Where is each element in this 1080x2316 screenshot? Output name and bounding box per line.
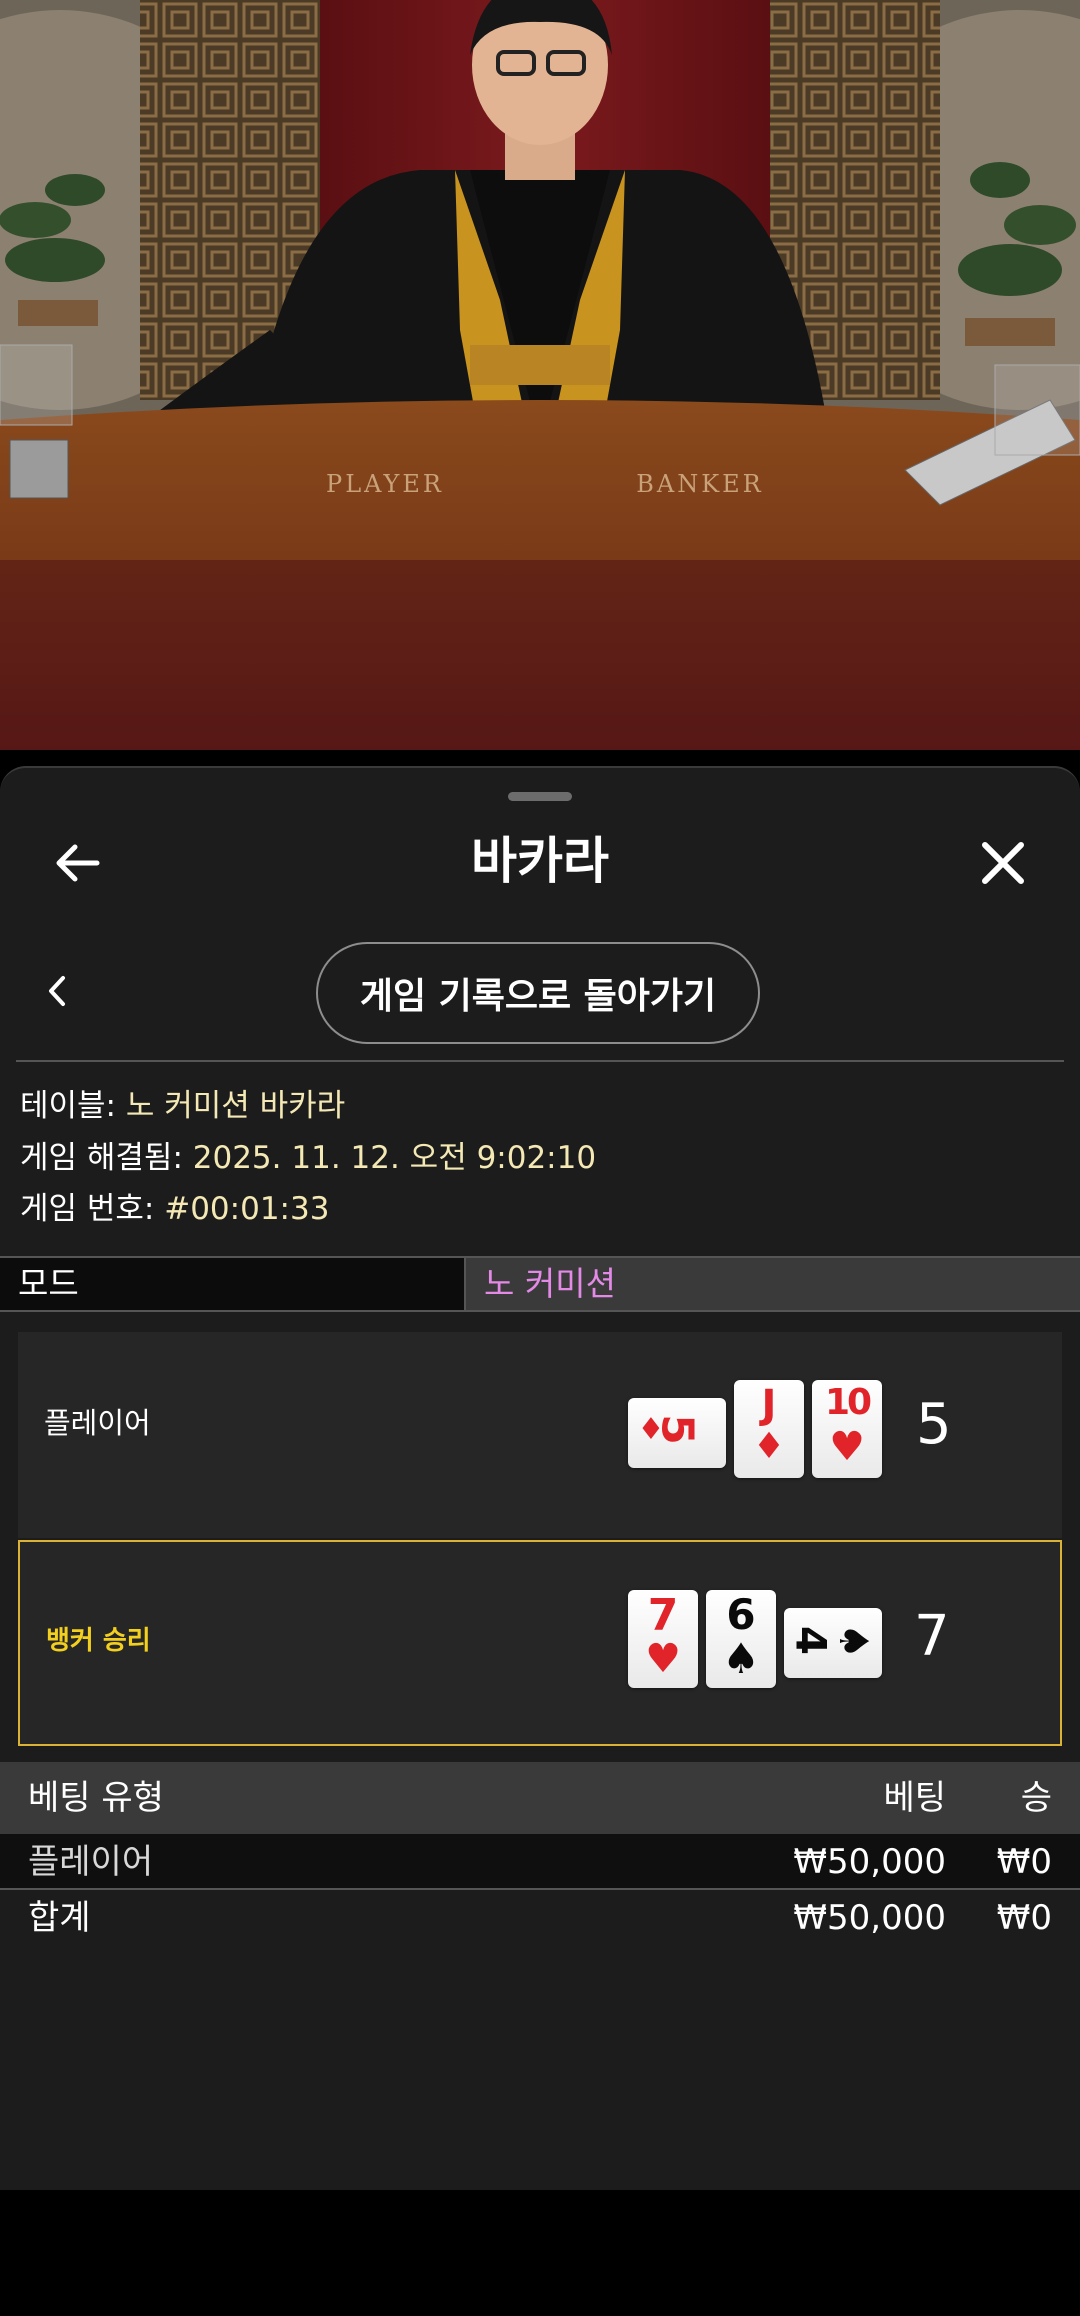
bet-type-header: 베팅 유형 [28, 1778, 164, 1818]
heart-icon: ♥ [645, 1636, 681, 1682]
mode-row: 모드 노 커미션 [0, 1256, 1080, 1312]
resolved-label: 게임 해결됨: [20, 1140, 193, 1176]
game-number-info: 게임 번호: #00:01:33 [20, 1187, 329, 1231]
dealer-scene: PLAYER BANKER [0, 0, 1080, 750]
table-banker-text: BANKER [636, 470, 764, 498]
player-card-1: 5 ♦ [628, 1398, 726, 1468]
banker-hand-label: 뱅커 승리 [46, 1626, 151, 1656]
mode-label: 모드 [0, 1258, 466, 1310]
banker-card-3: 4 ♠ [784, 1608, 882, 1678]
banker-score: 7 [914, 1604, 950, 1669]
live-dealer-video: PLAYER BANKER [0, 0, 1080, 750]
table-row: 플레이어 ₩50,000 ₩0 [0, 1834, 1080, 1890]
spade-icon: ♠ [722, 1634, 760, 1683]
table-player-text: PLAYER [326, 470, 444, 498]
card-rank: 4 [786, 1625, 836, 1656]
resolved-value: 2025. 11. 12. 오전 9:02:10 [192, 1140, 597, 1176]
spade-icon: ♠ [830, 1623, 876, 1659]
diamond-icon: ♦ [752, 1426, 786, 1467]
resolved-info: 게임 해결됨: 2025. 11. 12. 오전 9:02:10 [20, 1136, 596, 1180]
divider [16, 1060, 1064, 1062]
close-button[interactable] [970, 830, 1036, 896]
bet-amount-header: 베팅 [883, 1778, 946, 1818]
previous-button[interactable] [30, 964, 84, 1018]
win-amount-header: 승 [1020, 1778, 1052, 1818]
player-hand-label: 플레이어 [44, 1406, 151, 1440]
total-label: 합계 [28, 1898, 91, 1938]
mode-value: 노 커미션 [466, 1258, 1080, 1310]
banker-card-1: 7 ♥ [628, 1590, 698, 1688]
card-rank: J [761, 1382, 777, 1428]
win-amount: ₩0 [996, 1842, 1052, 1882]
card-rank: 6 [726, 1590, 756, 1639]
player-score: 5 [916, 1392, 952, 1457]
total-row: 합계 ₩50,000 ₩0 [0, 1890, 1080, 1946]
heart-icon: ♥ [829, 1424, 865, 1470]
diamond-icon: ♦ [637, 1412, 665, 1447]
banker-hand: 뱅커 승리 7 ♥ 6 ♠ 4 ♠ 7 [18, 1540, 1062, 1746]
page-title: 바카라 [471, 832, 609, 890]
bottom-bar [0, 2190, 1080, 2316]
game-number-label: 게임 번호: [20, 1191, 165, 1227]
total-win-amount: ₩0 [996, 1898, 1052, 1938]
bet-type: 플레이어 [28, 1842, 154, 1882]
card-rank: 10 [824, 1382, 872, 1423]
chevron-left-icon [49, 976, 65, 1006]
player-hand: 플레이어 5 ♦ J ♦ 10 ♥ 5 [18, 1332, 1062, 1538]
table-label: 테이블: [20, 1088, 126, 1124]
table-info: 테이블: 노 커미션 바카라 [20, 1084, 345, 1128]
player-card-2: J ♦ [734, 1380, 804, 1478]
card-rank: 7 [647, 1590, 679, 1641]
table-value: 노 커미션 바카라 [125, 1088, 346, 1124]
game-history-sheet: 바카라 게임 기록으로 돌아가기 테이블: 노 커미션 바카라 게임 해결됨: … [0, 766, 1080, 2192]
back-to-history-button[interactable]: 게임 기록으로 돌아가기 [316, 942, 760, 1044]
bet-amount: ₩50,000 [793, 1842, 946, 1882]
drag-handle[interactable] [508, 792, 572, 801]
close-icon [982, 842, 1024, 884]
banker-card-2: 6 ♠ [706, 1590, 776, 1688]
bets-table-header: 베팅 유형 베팅 승 [0, 1762, 1080, 1834]
player-card-3: 10 ♥ [812, 1380, 882, 1478]
total-bet-amount: ₩50,000 [793, 1898, 946, 1938]
game-number-value: #00:01:33 [164, 1191, 330, 1227]
